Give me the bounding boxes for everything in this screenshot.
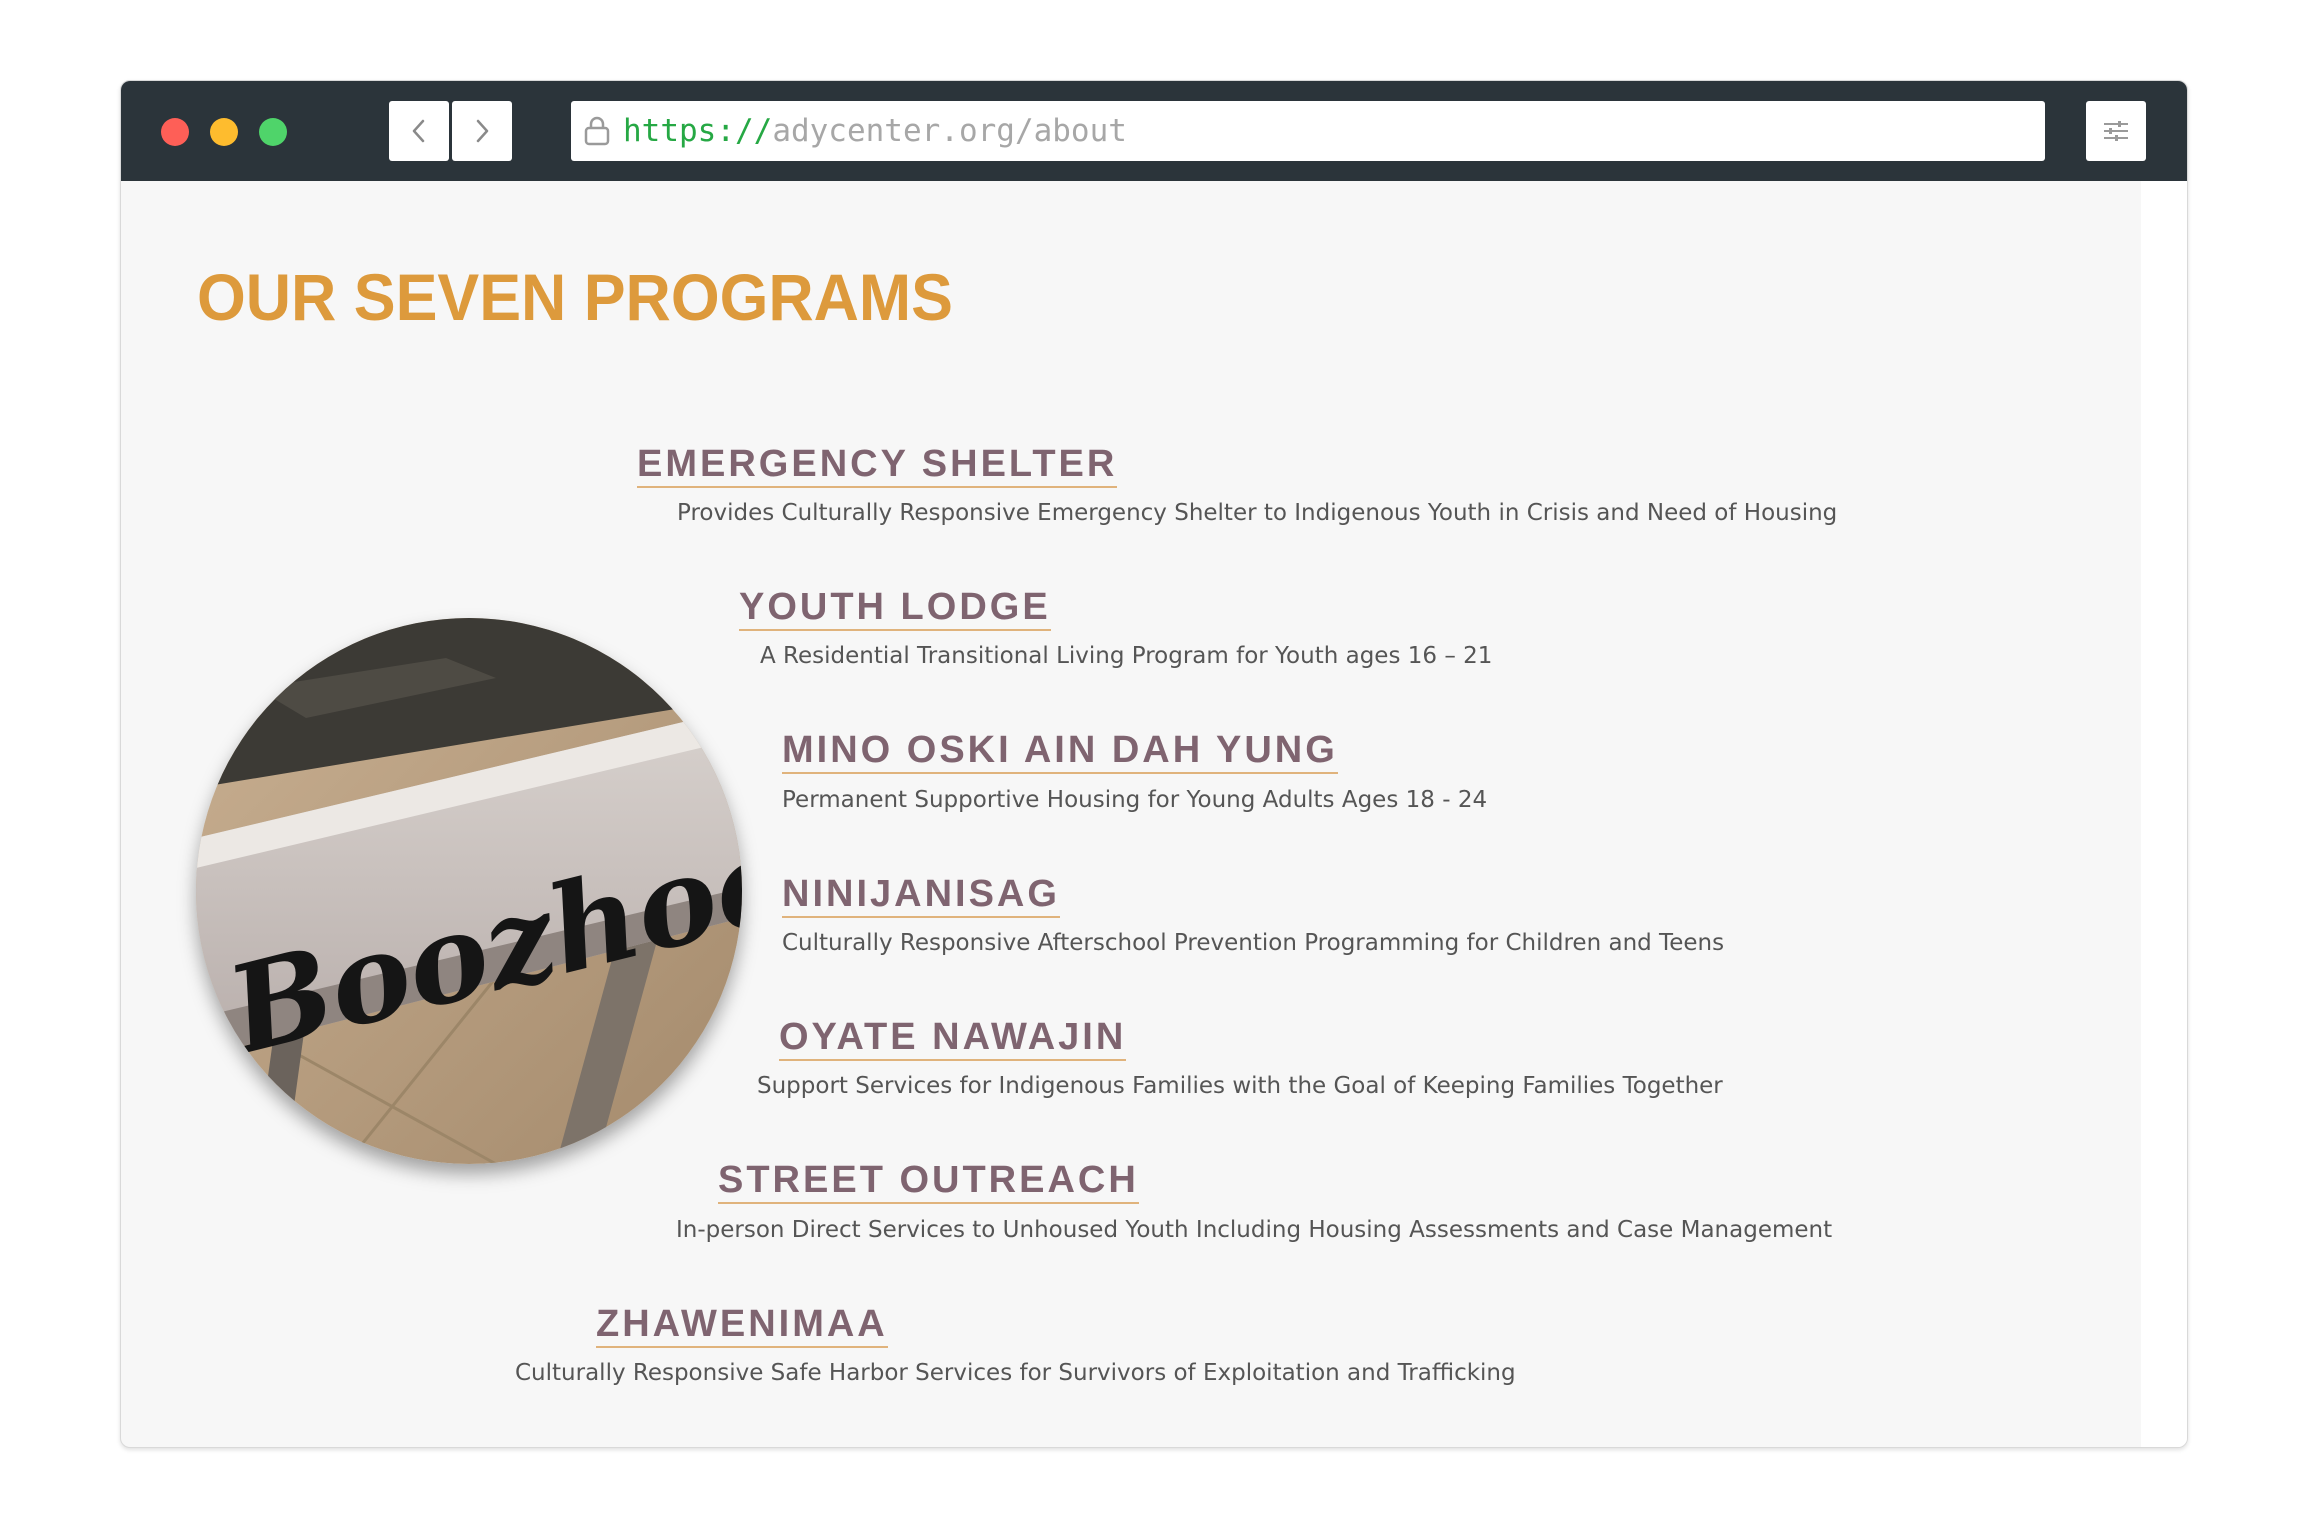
program-title-link[interactable]: EMERGENCY SHELTER (637, 444, 1118, 488)
url-text: https://adycenter.org/about (623, 101, 1127, 161)
program-title-link[interactable]: YOUTH LODGE (739, 587, 1051, 631)
chevron-left-icon (412, 119, 425, 143)
forward-button[interactable] (452, 101, 512, 161)
program-title-link[interactable]: NINIJANISAG (782, 874, 1060, 918)
browser-toolbar: https://adycenter.org/about (121, 81, 2187, 181)
close-window-button[interactable] (161, 118, 189, 146)
program-description: Culturally Responsive Safe Harbor Servic… (515, 1360, 1516, 1386)
browser-window: https://adycenter.org/about OUR SEVEN PR… (120, 80, 2188, 1448)
address-bar[interactable]: https://adycenter.org/about (571, 101, 2045, 161)
boozhoo-sign-photo: Boozhoo (196, 618, 742, 1164)
program-description: Provides Culturally Responsive Emergency… (677, 500, 1838, 526)
program-description: A Residential Transitional Living Progra… (760, 643, 1493, 669)
lock-icon (584, 116, 610, 146)
minimize-window-button[interactable] (210, 118, 238, 146)
program-title-link[interactable]: MINO OSKI AIN DAH YUNG (782, 730, 1338, 774)
page-title: OUR SEVEN PROGRAMS (197, 260, 953, 334)
program-title-link[interactable]: STREET OUTREACH (718, 1160, 1139, 1204)
back-button[interactable] (389, 101, 449, 161)
program-description: Culturally Responsive Afterschool Preven… (782, 930, 1725, 956)
program-description: Permanent Supportive Housing for Young A… (782, 787, 1488, 813)
settings-button[interactable] (2086, 101, 2146, 161)
sliders-icon (2104, 121, 2128, 141)
url-path: adycenter.org/about (772, 113, 1127, 149)
scrollbar-gutter (2141, 181, 2187, 1447)
url-scheme: https:// (623, 113, 773, 149)
program-title-link[interactable]: ZHAWENIMAA (596, 1304, 888, 1348)
maximize-window-button[interactable] (259, 118, 287, 146)
chevron-right-icon (476, 119, 489, 143)
program-description: In-person Direct Services to Unhoused Yo… (676, 1217, 1833, 1243)
program-title-link[interactable]: OYATE NAWAJIN (779, 1017, 1127, 1061)
program-description: Support Services for Indigenous Families… (757, 1073, 1723, 1099)
